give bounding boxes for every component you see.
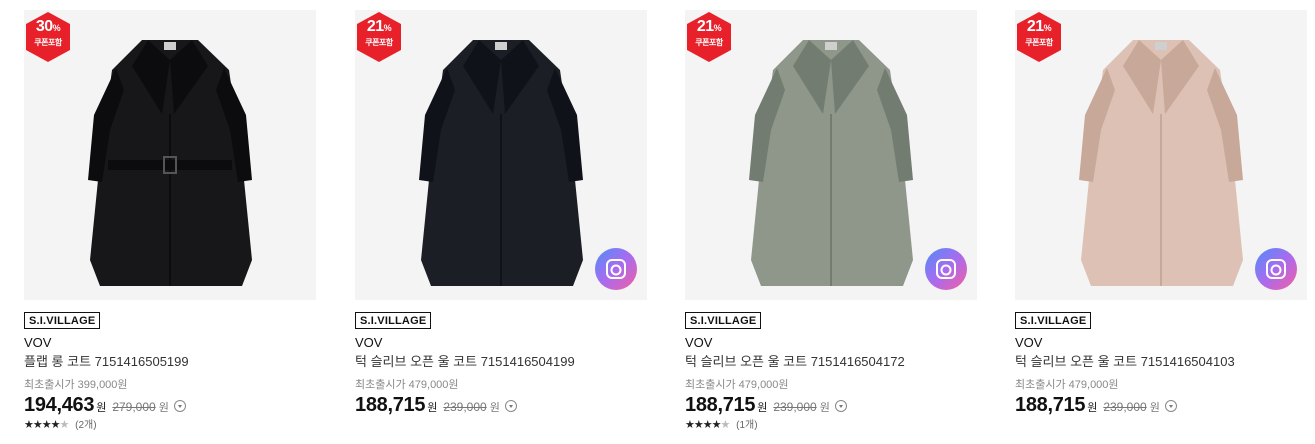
- sale-price-unit: 원: [427, 402, 438, 414]
- photo-review-button[interactable]: [925, 248, 967, 290]
- list-price-unit: 원: [819, 402, 830, 414]
- camera-icon: [606, 259, 626, 279]
- brand-name[interactable]: VOV: [1015, 335, 1307, 351]
- brand-tag[interactable]: S.I.VILLAGE: [1015, 312, 1092, 329]
- discount-badge: 21% 쿠폰포함: [1017, 12, 1061, 62]
- rating-stars: ★★★★★: [24, 419, 70, 431]
- list-price-unit: 원: [489, 402, 500, 414]
- sale-price-unit: 원: [757, 402, 768, 414]
- product-name[interactable]: 턱 슬리브 오픈 울 코트 7151416504199: [355, 354, 647, 370]
- price-row: 188,715 원 239,000 원: [685, 394, 977, 416]
- product-image[interactable]: 30% 쿠폰포함: [24, 10, 316, 300]
- sale-price: 194,463: [24, 394, 95, 416]
- review-count: (2개): [75, 420, 97, 431]
- product-image[interactable]: 21% 쿠폰포함: [1015, 10, 1307, 300]
- product-card[interactable]: 30% 쿠폰포함 S.I.VILLAGE VOV 플랩 롱 코트 7151416…: [24, 10, 316, 432]
- camera-icon: [1266, 259, 1286, 279]
- original-release-price: 최초출시가 479,000원: [685, 379, 789, 391]
- photo-review-button[interactable]: [595, 248, 637, 290]
- list-price-unit: 원: [158, 402, 169, 414]
- coupon-included-label: 쿠폰포함: [695, 38, 723, 47]
- coupon-included-label: 쿠폰포함: [34, 38, 62, 47]
- star-filled-icon: ★: [711, 419, 722, 431]
- discount-percent: 21: [366, 18, 384, 35]
- star-filled-icon: ★: [24, 419, 34, 431]
- coupon-included-label: 쿠폰포함: [1025, 38, 1053, 47]
- discount-badge: 21% 쿠폰포함: [687, 12, 731, 62]
- price-info-icon[interactable]: [173, 400, 186, 412]
- coupon-included-label: 쿠폰포함: [365, 38, 393, 47]
- rating: ★★★★★ (2개): [24, 419, 316, 432]
- price-info-icon[interactable]: [834, 400, 847, 412]
- discount-percent-unit: %: [1043, 23, 1052, 33]
- price-info-icon[interactable]: [1164, 400, 1177, 412]
- review-count: (1개): [736, 420, 758, 431]
- star-filled-icon: ★: [50, 419, 61, 431]
- star-filled-icon: ★: [32, 419, 43, 431]
- discount-percent: 21: [696, 18, 714, 35]
- sale-price: 188,715: [355, 394, 426, 416]
- brand-name[interactable]: VOV: [355, 335, 647, 351]
- star-filled-icon: ★: [693, 419, 704, 431]
- star-empty-icon: ★: [720, 419, 731, 431]
- discount-percent-unit: %: [383, 23, 392, 33]
- sale-price-unit: 원: [1087, 402, 1098, 414]
- price-row: 188,715 원 239,000 원: [1015, 394, 1307, 416]
- discount-percent: 21: [1026, 18, 1044, 35]
- brand-name[interactable]: VOV: [685, 335, 977, 351]
- camera-icon: [936, 259, 956, 279]
- rating: ★★★★★ (1개): [685, 419, 977, 432]
- discount-percent: 30: [35, 18, 53, 35]
- brand-name[interactable]: VOV: [24, 335, 316, 351]
- original-release-price: 최초출시가 479,000원: [355, 379, 459, 391]
- sale-price: 188,715: [1015, 394, 1086, 416]
- product-image[interactable]: 21% 쿠폰포함: [355, 10, 647, 300]
- original-release-price: 최초출시가 399,000원: [24, 379, 128, 391]
- price-row: 194,463 원 279,000 원: [24, 394, 316, 416]
- price-row: 188,715 원 239,000 원: [355, 394, 647, 416]
- sale-price-unit: 원: [96, 402, 107, 414]
- rating-stars: ★★★★★: [685, 419, 731, 431]
- product-card[interactable]: 21% 쿠폰포함 S.I.VILLAGE VOV 턱 슬리브 오픈 울 코트 7…: [355, 10, 647, 432]
- discount-percent-unit: %: [52, 23, 61, 33]
- product-name[interactable]: 플랩 롱 코트 7151416505199: [24, 354, 316, 370]
- brand-tag[interactable]: S.I.VILLAGE: [685, 312, 762, 329]
- brand-tag[interactable]: S.I.VILLAGE: [24, 312, 101, 329]
- original-release-price: 최초출시가 479,000원: [1015, 379, 1119, 391]
- product-image[interactable]: 21% 쿠폰포함: [685, 10, 977, 300]
- list-price: 239,000: [443, 400, 487, 414]
- discount-badge: 21% 쿠폰포함: [357, 12, 401, 62]
- photo-review-button[interactable]: [1255, 248, 1297, 290]
- product-name[interactable]: 턱 슬리브 오픈 울 코트 7151416504103: [1015, 354, 1307, 370]
- price-info-icon[interactable]: [504, 400, 517, 412]
- star-empty-icon: ★: [59, 419, 70, 431]
- product-grid: 30% 쿠폰포함 S.I.VILLAGE VOV 플랩 롱 코트 7151416…: [0, 0, 1315, 444]
- list-price: 279,000: [112, 400, 156, 414]
- product-card[interactable]: 21% 쿠폰포함 S.I.VILLAGE VOV 턱 슬리브 오픈 울 코트 7…: [685, 10, 977, 432]
- discount-percent-unit: %: [713, 23, 722, 33]
- star-filled-icon: ★: [41, 419, 52, 431]
- list-price-unit: 원: [1149, 402, 1160, 414]
- discount-badge: 30% 쿠폰포함: [26, 12, 70, 62]
- brand-tag[interactable]: S.I.VILLAGE: [355, 312, 432, 329]
- star-filled-icon: ★: [685, 419, 695, 431]
- star-filled-icon: ★: [702, 419, 713, 431]
- list-price: 239,000: [773, 400, 817, 414]
- list-price: 239,000: [1103, 400, 1147, 414]
- product-card[interactable]: 21% 쿠폰포함 S.I.VILLAGE VOV 턱 슬리브 오픈 울 코트 7…: [1015, 10, 1307, 432]
- sale-price: 188,715: [685, 394, 756, 416]
- product-name[interactable]: 턱 슬리브 오픈 울 코트 7151416504172: [685, 354, 977, 370]
